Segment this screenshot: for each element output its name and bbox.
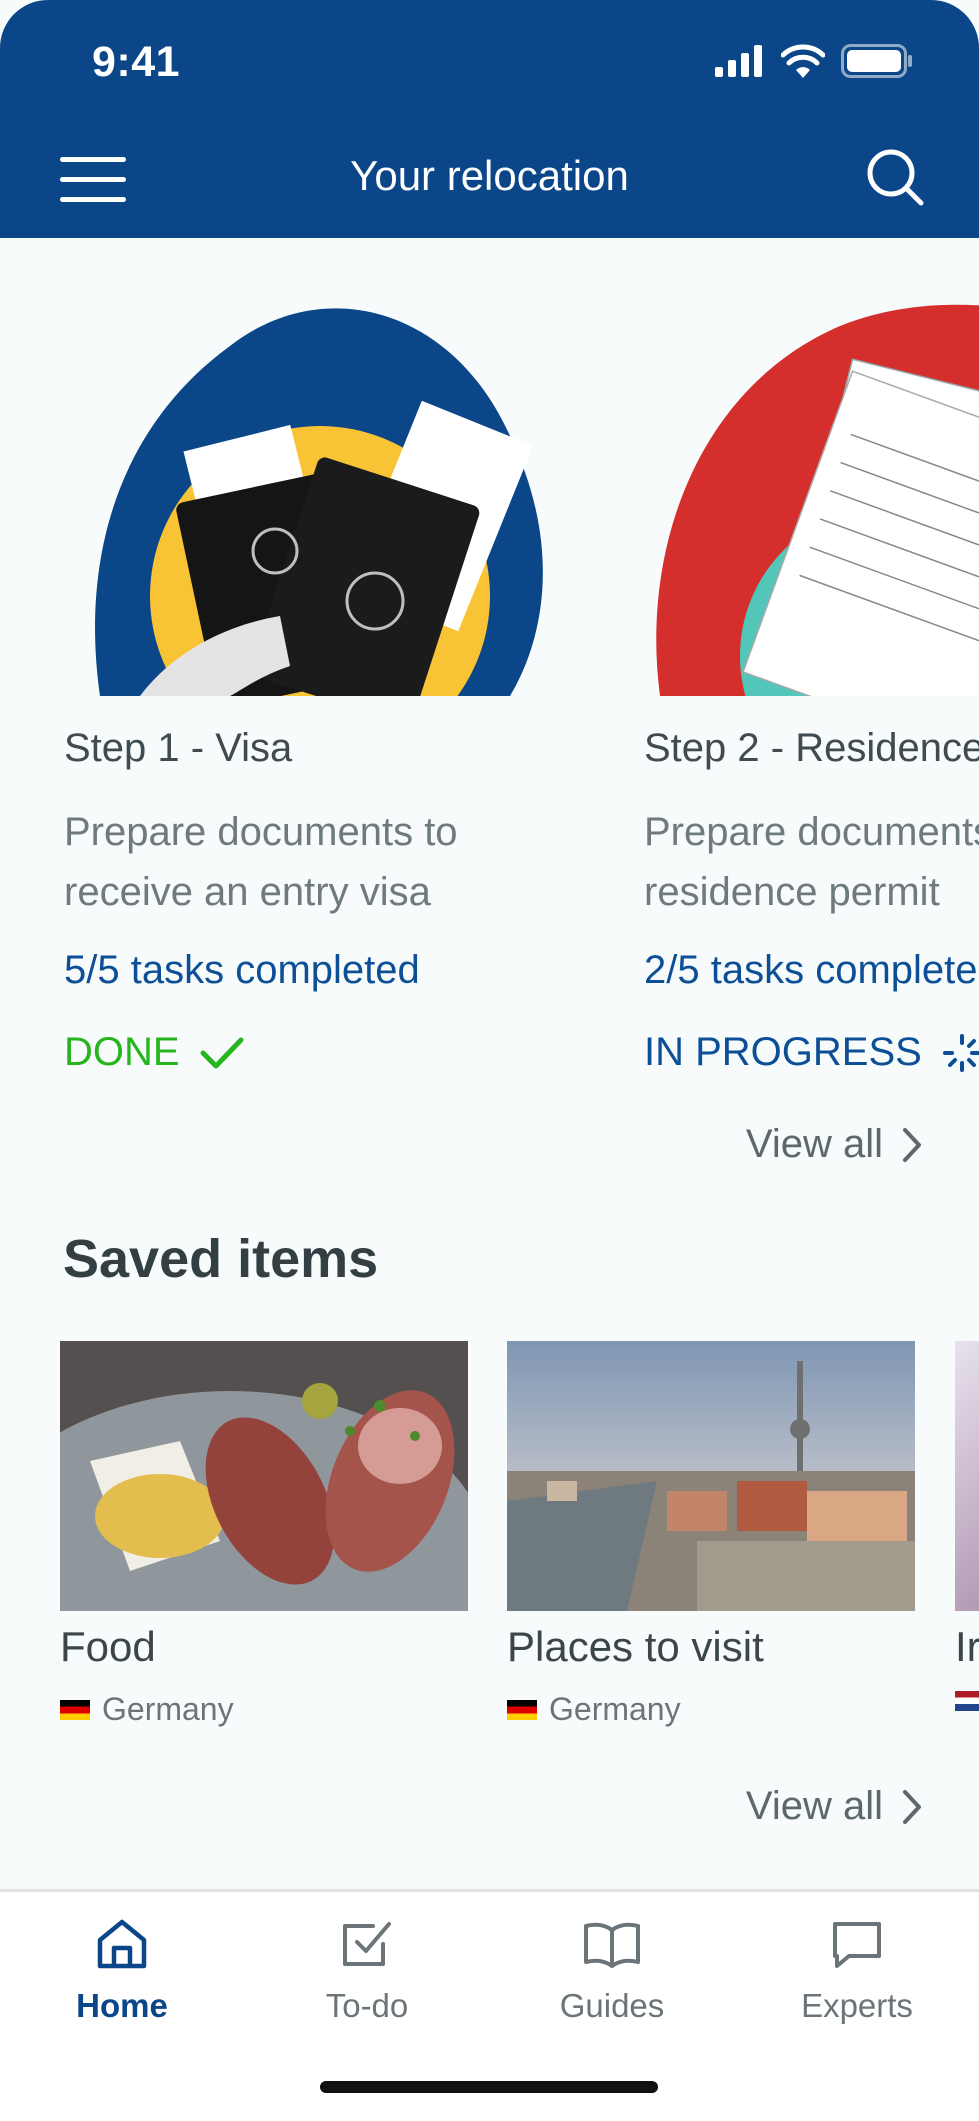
status-label: IN PROGRESS <box>644 1030 922 1074</box>
step-status: DONE <box>64 1030 244 1075</box>
chat-icon <box>833 1922 881 1968</box>
tab-todo[interactable]: To-do <box>277 1916 457 2025</box>
step-card-residence[interactable]: Step 2 - Residence permit Prepare docume… <box>640 296 979 1076</box>
tab-label: Home <box>76 1987 168 2024</box>
step-description: Prepare documents to receive an entry vi… <box>64 802 584 922</box>
chevron-right-icon <box>903 1789 921 1824</box>
chevron-right-icon <box>903 1127 921 1162</box>
wifi-icon <box>781 44 825 78</box>
step-status: IN PROGRESS <box>644 1030 979 1075</box>
saved-item-location: Germany <box>60 1691 234 1728</box>
saved-view-all-link[interactable]: View all <box>746 1784 923 1829</box>
status-label: DONE <box>64 1030 180 1074</box>
tab-label: Experts <box>801 1987 913 2024</box>
step-illustration-passports <box>60 296 594 696</box>
saved-item-title: Ir <box>955 1623 979 1670</box>
tab-home[interactable]: Home <box>32 1916 212 2025</box>
home-icon <box>97 1919 147 1969</box>
step-description-line: Prepare documents to <box>64 810 458 854</box>
step-description-line: receive an entry visa <box>64 870 431 914</box>
checkmark-icon <box>200 1037 244 1068</box>
steps-view-all-link[interactable]: View all <box>746 1122 923 1167</box>
step-description-line: Prepare documents for <box>644 810 979 854</box>
page-title: Your relocation <box>350 152 629 199</box>
saved-item-card[interactable]: Ir <box>955 1341 979 1781</box>
step-tasks-count: 5/5 tasks completed <box>64 948 420 992</box>
saved-item-title: Places to visit <box>507 1623 764 1670</box>
view-all-label: View all <box>745 1122 883 1166</box>
step-illustration-tax-forms <box>640 296 979 696</box>
saved-item-country: Germany <box>102 1691 234 1727</box>
saved-item-photo-food <box>60 1341 468 1611</box>
app-header: 9:41 Your relocation <box>0 0 979 238</box>
battery-icon <box>841 44 912 78</box>
saved-item-photo-berlin <box>507 1341 915 1611</box>
germany-flag-icon <box>507 1699 537 1720</box>
step-description-line: residence permit <box>644 870 940 914</box>
step-description: Prepare documents for residence permit <box>644 802 979 922</box>
saved-item-country: Germany <box>549 1691 681 1727</box>
checkbox-icon <box>343 1922 391 1966</box>
step-title: Step 1 - Visa <box>64 726 293 770</box>
saved-item-photo <box>955 1341 979 1611</box>
status-time: 9:41 <box>92 38 181 86</box>
step-title: Step 2 - Residence permit <box>644 726 979 770</box>
tab-guides[interactable]: Guides <box>522 1916 702 2025</box>
tab-label: To-do <box>325 1987 409 2024</box>
book-icon <box>584 1922 640 1968</box>
saved-item-location: Germany <box>507 1691 681 1728</box>
saved-item-card[interactable]: Food Germany <box>60 1341 468 1727</box>
netherlands-flag-icon <box>955 1691 979 1711</box>
spinner-icon <box>942 1033 979 1072</box>
tab-label: Guides <box>559 1987 665 2024</box>
status-icons <box>715 44 913 78</box>
tab-experts[interactable]: Experts <box>767 1916 947 2025</box>
saved-item-card[interactable]: Places to visit Germany <box>507 1341 915 1727</box>
search-icon[interactable] <box>865 147 925 207</box>
home-indicator <box>320 2081 658 2093</box>
step-tasks-count: 2/5 tasks completed <box>644 948 979 992</box>
saved-items-heading: Saved items <box>63 1229 379 1289</box>
view-all-label: View all <box>745 1784 883 1828</box>
signal-icon <box>715 45 762 77</box>
saved-item-title: Food <box>60 1623 156 1670</box>
germany-flag-icon <box>60 1699 90 1720</box>
saved-item-location <box>955 1691 979 1711</box>
